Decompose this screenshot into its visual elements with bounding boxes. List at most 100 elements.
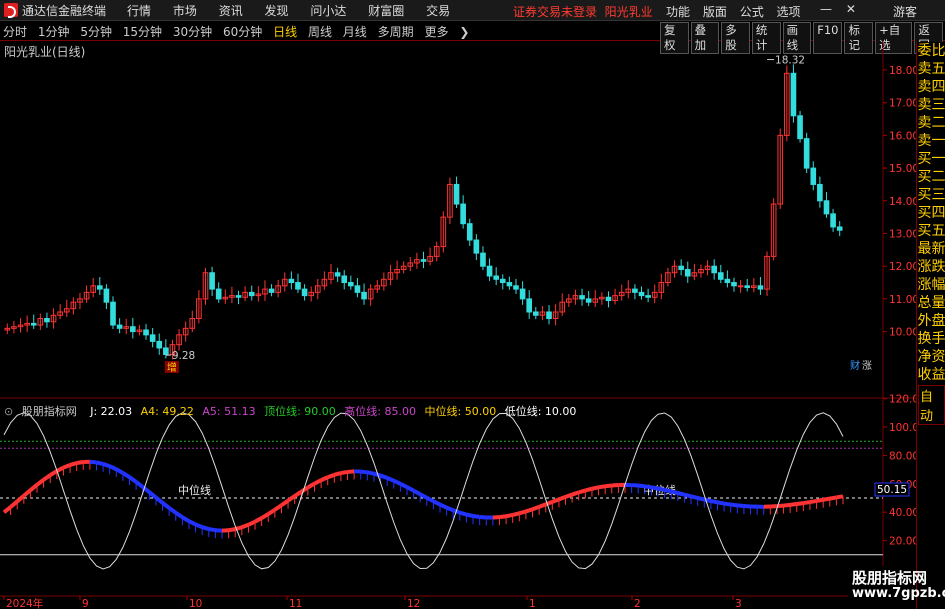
- oscillator-segment: [96, 460, 104, 466]
- oscillator-segment: [531, 505, 540, 512]
- oscillator-segment: [260, 512, 270, 520]
- candle-body: [163, 347, 169, 355]
- price-axis-label: 16.00: [889, 130, 919, 142]
- oscillator-segment: [9, 499, 19, 509]
- date-label: 10: [189, 598, 202, 609]
- quote-label[interactable]: 买四: [917, 204, 945, 222]
- tag-zeng: 增: [167, 361, 177, 374]
- candle-body: [215, 288, 222, 300]
- oscillator-segment: [306, 481, 316, 490]
- oscillator-segment: [564, 492, 573, 499]
- oscillator-segment: [134, 480, 144, 489]
- indicator-a5: A5: 51.13: [202, 405, 256, 418]
- candle-body: [519, 288, 526, 300]
- oscillator-segment: [161, 501, 171, 510]
- candle-body: [420, 259, 427, 262]
- oscillator-segment: [783, 502, 791, 508]
- candle-body: [295, 282, 301, 290]
- price-axis-label: 11.00: [889, 294, 919, 306]
- oscillator-segment: [154, 495, 164, 505]
- oscillator-segment: [174, 511, 184, 519]
- oscillator-segment: [320, 475, 329, 483]
- oscillator-segment: [347, 469, 355, 474]
- quote-label[interactable]: 涨跌: [917, 258, 945, 276]
- quote-label[interactable]: 总量: [917, 294, 945, 312]
- quote-label[interactable]: 买三: [917, 186, 945, 204]
- candle-body: [684, 268, 691, 277]
- price-axis-label: 18.00: [889, 65, 919, 77]
- candle-body: [830, 213, 836, 228]
- oscillator-segment: [419, 492, 428, 500]
- oscillator-segment: [499, 514, 507, 520]
- quote-label[interactable]: 卖三: [917, 96, 945, 114]
- candle-body: [678, 265, 684, 270]
- quote-label[interactable]: 换手: [917, 330, 945, 348]
- oscillator-segment: [591, 485, 599, 491]
- oscillator-segment: [737, 503, 745, 509]
- oscillator-segment: [392, 478, 402, 486]
- candle-body: [605, 296, 612, 302]
- indicator-high: 高位线: 85.00: [344, 405, 416, 418]
- price-axis-label: 15.00: [889, 163, 919, 175]
- quote-label[interactable]: 最新: [917, 240, 945, 258]
- candle-body: [288, 278, 295, 284]
- oscillator-segment: [412, 488, 422, 496]
- quote-label[interactable]: 卖一: [917, 132, 945, 150]
- oscillator-segment: [167, 506, 177, 515]
- quote-label[interactable]: 收益: [917, 366, 945, 384]
- oscillator-segment: [399, 481, 408, 489]
- candle-body: [341, 275, 348, 284]
- candle-body: [103, 288, 110, 303]
- candle-body: [645, 295, 651, 298]
- oscillator-segment: [247, 519, 256, 527]
- oscillator-segment: [558, 495, 567, 502]
- auto-button[interactable]: 自动: [918, 385, 945, 425]
- oscillator-segment: [267, 508, 276, 516]
- oscillator-segment: [578, 488, 586, 495]
- candle-body: [717, 272, 724, 280]
- oscillator-segment: [730, 502, 738, 508]
- candle-body: [737, 285, 744, 288]
- candle-body: [744, 285, 751, 288]
- date-label: 2: [634, 598, 641, 609]
- quote-label[interactable]: 外盘: [917, 312, 945, 330]
- oscillator-segment: [49, 469, 58, 477]
- quote-label[interactable]: 买二: [917, 168, 945, 186]
- watermark-title: 股朋指标网: [852, 569, 928, 587]
- oscillator-segment: [360, 469, 368, 475]
- quote-label[interactable]: 委比: [917, 42, 945, 60]
- candle-body: [546, 311, 552, 320]
- oscillator-segment: [697, 496, 705, 502]
- quote-label[interactable]: 卖四: [917, 78, 945, 96]
- oscillator-segment: [677, 491, 685, 497]
- quote-label[interactable]: 买五: [917, 222, 945, 240]
- candle-body: [803, 138, 810, 169]
- indicator-legend: ⊙ 股朋指标网 J: 22.03 A4: 49.22 A5: 51.13 顶位线…: [4, 403, 581, 419]
- candle-body: [711, 265, 717, 274]
- oscillator-segment: [816, 497, 824, 503]
- oscillator-segment: [683, 492, 692, 499]
- candle-body: [453, 183, 460, 205]
- candle-body: [354, 285, 361, 293]
- oscillator-segment: [273, 503, 283, 512]
- date-label: 11: [289, 598, 302, 609]
- oscillator-segment: [439, 502, 448, 510]
- oscillator-segment: [789, 502, 798, 507]
- oscillator-segment: [188, 519, 197, 527]
- candle-body: [757, 285, 764, 290]
- kline-chart[interactable]: 18.00 17.00 16.00 15.00 14.00 13.00 12.00 11.00…: [0, 0, 945, 609]
- quote-label[interactable]: 卖二: [917, 114, 945, 132]
- oscillator-segment: [690, 494, 699, 500]
- quote-label[interactable]: 卖五: [917, 60, 945, 78]
- quote-label[interactable]: 涨幅: [917, 276, 945, 294]
- quote-label[interactable]: 净资: [917, 348, 945, 366]
- candle-body: [361, 291, 367, 300]
- oscillator-segment: [115, 467, 124, 475]
- date-label: 1: [529, 598, 536, 609]
- candle-body: [823, 200, 830, 215]
- oscillator-segment: [2, 505, 12, 514]
- oscillator-segment: [340, 469, 348, 476]
- quote-label[interactable]: 买一: [917, 150, 945, 168]
- indicator-name[interactable]: ⊙ 股朋指标网: [4, 405, 82, 418]
- indicator-a4: A4: 49.22: [140, 405, 194, 418]
